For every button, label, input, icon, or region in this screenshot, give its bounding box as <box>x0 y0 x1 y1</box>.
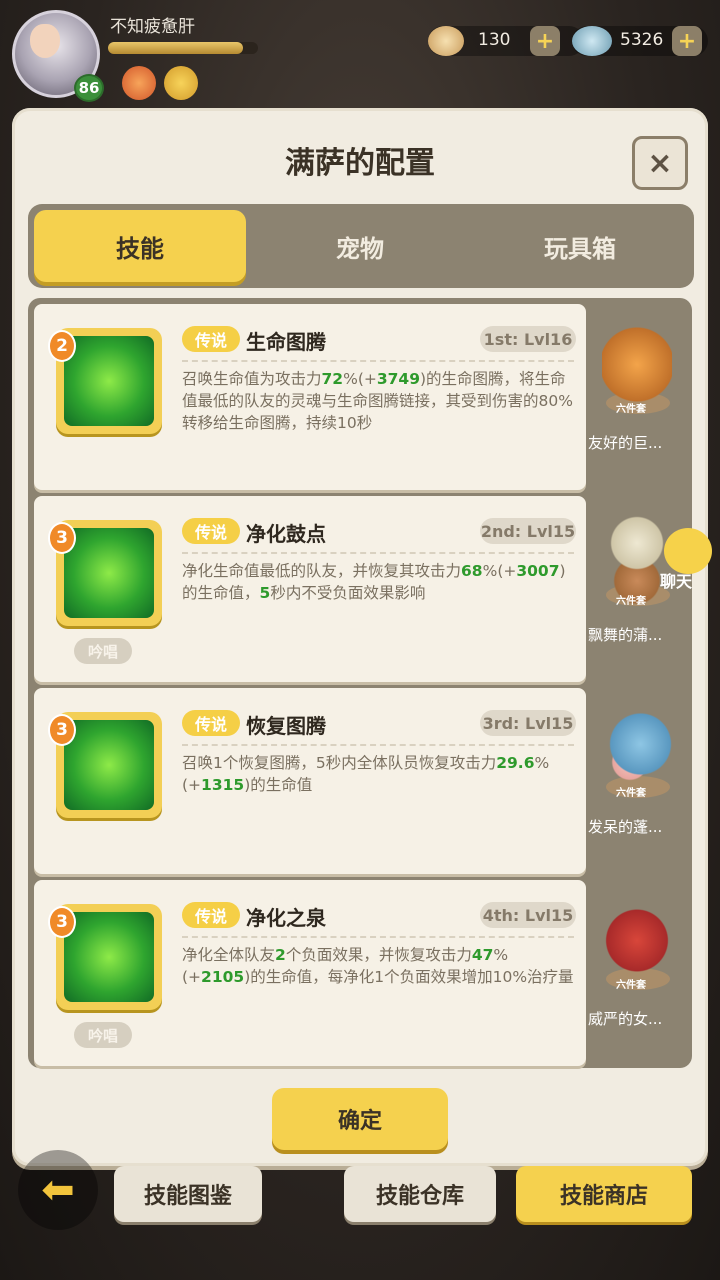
player-name: 不知疲惫肝 <box>110 17 195 37</box>
skill-card[interactable]: 3 传说 净化之泉 4th: Lvl15 净化全体队友2个负面效果，并恢复攻击力… <box>34 880 586 1066</box>
confirm-button[interactable]: 确定 <box>272 1088 448 1150</box>
totem-icon <box>64 720 154 810</box>
chat-button[interactable]: 聊天 <box>648 528 720 592</box>
coin-badge-icon[interactable] <box>164 66 198 100</box>
rarity-tag: 传说 <box>182 902 240 928</box>
pet-slot[interactable]: 六件套 友好的巨... <box>588 304 684 490</box>
skill-description: 召唤1个恢复图腾，5秒内全体队员恢复攻击力29.6%(+1315)的生命值 <box>182 754 550 794</box>
skill-name: 生命图腾 <box>246 330 326 354</box>
skill-name: 净化鼓点 <box>246 522 326 546</box>
tab-toybox[interactable]: 玩具箱 <box>474 210 686 282</box>
skill-card[interactable]: 2 传说 生命图腾 1st: Lvl16 召唤生命值为攻击力72%(+3749)… <box>34 304 586 490</box>
pet-name: 发呆的蓬... <box>588 818 663 836</box>
gem-value: 5326 <box>620 30 664 50</box>
star-drop-badge: 2 <box>48 330 76 362</box>
skill-slot-level: 3rd: Lvl15 <box>480 710 576 736</box>
pet-set-badge: 六件套 <box>616 788 646 799</box>
skill-description: 召唤生命值为攻击力72%(+3749)的生命图腾，将生命值最低的队友的灵魂与生命… <box>182 370 573 432</box>
pet-set-badge: 六件套 <box>616 404 646 415</box>
skill-card[interactable]: 3 传说 恢复图腾 3rd: Lvl15 召唤1个恢复图腾，5秒内全体队员恢复攻… <box>34 688 586 874</box>
star-drop-badge: 3 <box>48 522 76 554</box>
close-icon: × <box>647 145 673 181</box>
star-drop-badge: 3 <box>48 714 76 746</box>
flame-badge-icon[interactable] <box>122 66 156 100</box>
divider <box>182 936 574 938</box>
totem-icon <box>64 336 154 426</box>
skill-slot-level: 4th: Lvl15 <box>480 902 576 928</box>
skill-description: 净化全体队友2个负面效果，并恢复攻击力47%(+2105)的生命值，每净化1个负… <box>182 946 574 986</box>
chant-tag: 吟唱 <box>74 1022 132 1048</box>
back-button[interactable]: ⬅ <box>18 1150 98 1230</box>
skill-slot-level: 2nd: Lvl15 <box>480 518 576 544</box>
panel-title: 满萨的配置 <box>285 146 435 181</box>
add-shell-button[interactable]: + <box>530 26 560 56</box>
skill-storage-button[interactable]: 技能仓库 <box>344 1166 496 1222</box>
rarity-tag: 传说 <box>182 518 240 544</box>
divider <box>182 552 574 554</box>
arrow-left-icon: ⬅ <box>41 1167 75 1213</box>
pet-set-badge: 六件套 <box>616 596 646 607</box>
divider <box>182 360 574 362</box>
pet-name: 友好的巨... <box>588 434 663 452</box>
pet-slot[interactable]: 六件套 发呆的蓬... <box>588 688 684 874</box>
exp-bar-fill <box>108 42 243 54</box>
player-level-badge: 86 <box>74 74 104 102</box>
skill-card[interactable]: 3 传说 净化鼓点 2nd: Lvl15 净化生命值最低的队友，并恢复其攻击力6… <box>34 496 586 682</box>
skill-slot-level: 1st: Lvl16 <box>480 326 576 352</box>
shell-icon <box>428 26 464 56</box>
skill-description: 净化生命值最低的队友，并恢复其攻击力68%(+3007)的生命值，5秒内不受负面… <box>182 562 566 602</box>
pet-set-badge: 六件套 <box>616 980 646 991</box>
skill-name: 净化之泉 <box>246 906 326 930</box>
rarity-tag: 传说 <box>182 710 240 736</box>
pet-name: 飘舞的蒲... <box>588 626 663 644</box>
close-button[interactable]: × <box>632 136 688 190</box>
gem-icon <box>572 26 612 56</box>
add-gem-button[interactable]: + <box>672 26 702 56</box>
tab-pets[interactable]: 宠物 <box>254 210 466 282</box>
spring-drop-icon <box>64 912 154 1002</box>
rarity-tag: 传说 <box>182 326 240 352</box>
drum-icon <box>64 528 154 618</box>
star-drop-badge: 3 <box>48 906 76 938</box>
chat-label: 聊天 <box>660 572 693 591</box>
chant-tag: 吟唱 <box>74 638 132 664</box>
divider <box>182 744 574 746</box>
pet-name: 威严的女... <box>588 1010 663 1028</box>
skill-codex-button[interactable]: 技能图鉴 <box>114 1166 262 1222</box>
tab-skills[interactable]: 技能 <box>34 210 246 282</box>
shell-value: 130 <box>478 30 511 50</box>
exp-bar <box>108 42 258 54</box>
skill-shop-button[interactable]: 技能商店 <box>516 1166 692 1222</box>
avatar-face <box>30 24 60 58</box>
skill-name: 恢复图腾 <box>246 714 326 738</box>
pet-slot[interactable]: 六件套 威严的女... <box>588 880 684 1066</box>
